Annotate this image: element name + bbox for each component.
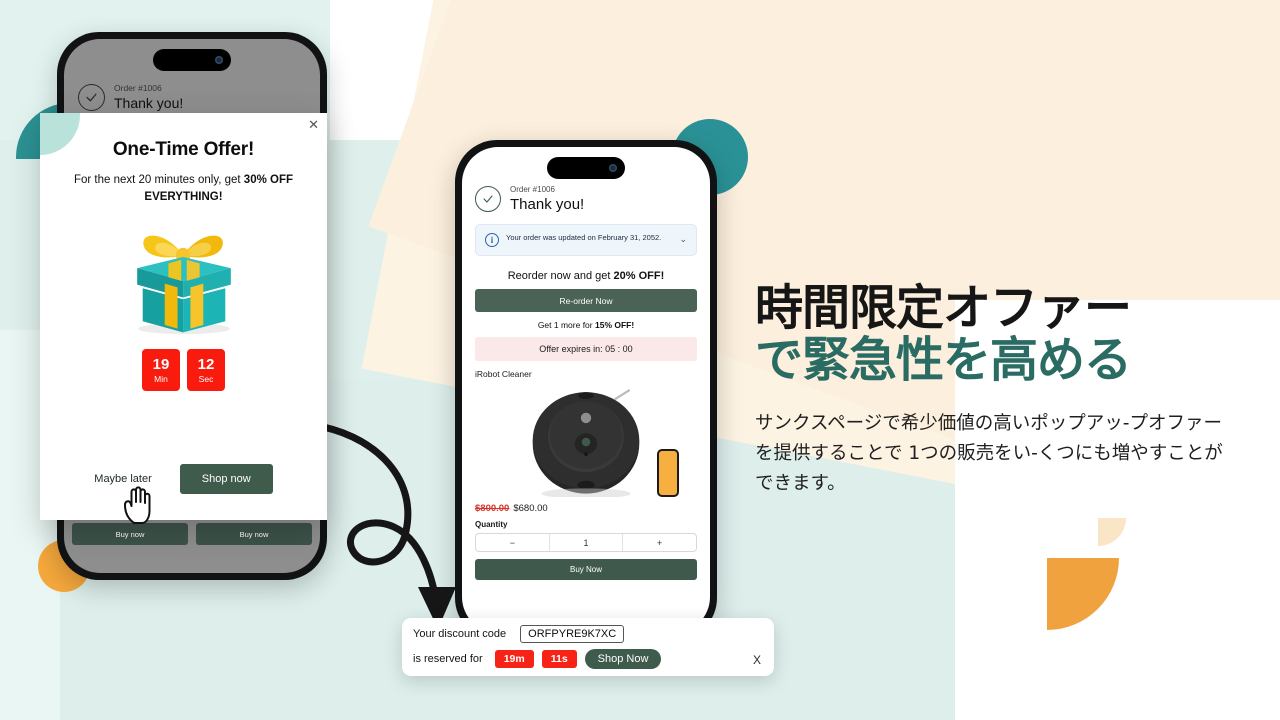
phone-mockup-right: Order #1006 Thank you! i Your order was … bbox=[455, 140, 717, 640]
camera-lens-icon bbox=[609, 164, 617, 172]
reorder-heading: Reorder now and get 20% OFF! bbox=[475, 270, 697, 282]
offer-expiry-banner: Offer expires in: 05 : 00 bbox=[475, 337, 697, 362]
order-number-label: Order #1006 bbox=[114, 83, 162, 93]
shop-now-button[interactable]: Shop now bbox=[179, 464, 273, 494]
popup-subtitle: For the next 20 minutes only, get 30% OF… bbox=[58, 172, 309, 205]
countdown-timer: 19 Min 12 Sec bbox=[40, 349, 327, 392]
phone-accessory-icon bbox=[657, 449, 679, 498]
quantity-stepper[interactable]: − 1 + bbox=[475, 533, 697, 553]
phone-notch-right bbox=[547, 157, 625, 179]
buy-now-button-2[interactable]: Buy now bbox=[196, 523, 312, 545]
product-name: iRobot Cleaner bbox=[475, 369, 532, 380]
timer-seconds-unit: Sec bbox=[198, 374, 214, 385]
buy-now-button-1[interactable]: Buy now bbox=[72, 523, 188, 545]
reorder-now-button[interactable]: Re-order Now bbox=[475, 289, 697, 313]
popup-actions: Maybe later Shop now bbox=[40, 464, 327, 494]
quantity-label: Quantity bbox=[475, 520, 508, 530]
popup-subtitle-prefix: For the next 20 minutes only, get bbox=[73, 174, 244, 186]
phone-notch-left bbox=[153, 49, 231, 71]
upsell-prefix: Get 1 more for bbox=[537, 320, 595, 331]
qty-plus-button[interactable]: + bbox=[622, 534, 696, 552]
discount-code-label: Your discount code bbox=[413, 628, 507, 640]
thank-you-heading: Thank you! bbox=[114, 94, 184, 111]
gift-illustration bbox=[40, 221, 327, 339]
timer-seconds-value: 12 bbox=[197, 356, 215, 374]
thank-you-heading: Thank you! bbox=[510, 196, 585, 213]
qty-value: 1 bbox=[548, 534, 623, 552]
buy-now-button[interactable]: Buy Now bbox=[475, 559, 697, 581]
marketing-copy: 時間限定オファー で緊急性を高める サンクスページで希少価値の高いポップアッ-プ… bbox=[755, 280, 1255, 499]
reserved-minutes-chip: 19m bbox=[494, 650, 534, 668]
close-icon[interactable]: ✕ bbox=[308, 118, 319, 131]
reorder-heading-prefix: Reorder now and get bbox=[507, 270, 614, 283]
discount-code-bar: Your discount code ORFPYRE9K7XC is reser… bbox=[402, 618, 774, 676]
one-time-offer-popup: ✕ One-Time Offer! For the next 20 minute… bbox=[40, 113, 327, 520]
camera-lens-icon bbox=[215, 56, 223, 64]
discount-shop-now-button[interactable]: Shop Now bbox=[584, 649, 662, 669]
info-circle-icon: i bbox=[485, 233, 499, 248]
headline: 時間限定オファー で緊急性を高める bbox=[755, 280, 1255, 388]
headline-line-1: 時間限定オファー bbox=[755, 280, 1132, 336]
order-update-text: Your order was updated on February 31, 2… bbox=[506, 233, 662, 243]
reserved-label: is reserved for bbox=[413, 653, 483, 665]
order-update-alert[interactable]: i Your order was updated on February 31,… bbox=[475, 224, 697, 257]
check-circle-icon bbox=[475, 186, 501, 213]
robot-vacuum-icon bbox=[532, 389, 640, 498]
timer-minutes-value: 19 bbox=[152, 356, 170, 374]
check-circle-icon bbox=[78, 83, 105, 111]
maybe-later-button[interactable]: Maybe later bbox=[94, 473, 151, 485]
timer-seconds: 12 Sec bbox=[187, 349, 225, 392]
upsell-text: Get 1 more for 15% OFF! bbox=[475, 320, 697, 330]
reserved-seconds-chip: 11s bbox=[541, 650, 577, 668]
marketing-banner: Order #1006 Thank you! Select Quantity 1… bbox=[0, 0, 1280, 720]
curved-arrow-icon bbox=[310, 421, 456, 629]
headline-line-2: で緊急性を高める bbox=[755, 331, 1132, 388]
popup-title: One-Time Offer! bbox=[112, 139, 255, 160]
price-discounted: $680.00 bbox=[513, 503, 548, 515]
discount-code-value[interactable]: ORFPYRE9K7XC bbox=[520, 625, 625, 643]
product-price: $800.00 $680.00 bbox=[475, 503, 697, 514]
reorder-heading-bold: 20% OFF! bbox=[613, 270, 665, 283]
gift-box-icon bbox=[136, 235, 231, 335]
chevron-down-icon[interactable]: ⌄ bbox=[679, 233, 687, 244]
close-icon[interactable]: X bbox=[753, 653, 761, 667]
timer-minutes-unit: Min bbox=[154, 374, 168, 385]
upsell-bold: 15% OFF! bbox=[594, 320, 635, 331]
timer-minutes: 19 Min bbox=[142, 349, 180, 392]
pointer-hand-icon bbox=[124, 486, 151, 524]
product-image-area bbox=[475, 381, 697, 501]
body-paragraph: サンクスページで希少価値の高いポップアッ-プオファーを提供することで 1つの販売… bbox=[755, 412, 1223, 494]
order-number-label: Order #1006 bbox=[510, 185, 555, 194]
